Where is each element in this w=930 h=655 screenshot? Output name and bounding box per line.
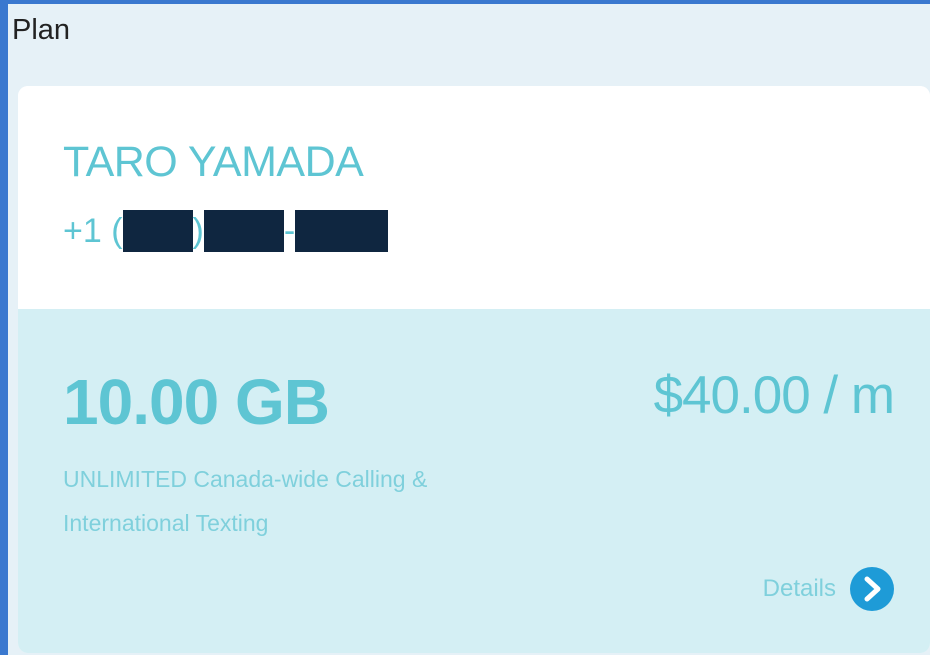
- account-owner-name: TARO YAMADA: [63, 138, 364, 186]
- section-title: Plan: [12, 14, 71, 46]
- phone-close-paren: ): [192, 211, 204, 250]
- data-allowance: 10.00 GB: [63, 366, 330, 438]
- redacted-area-code: [122, 210, 193, 252]
- redacted-exchange: [203, 210, 284, 252]
- plan-features: UNLIMITED Canada-wide Calling & Internat…: [63, 466, 428, 536]
- details-link[interactable]: Details: [763, 567, 894, 611]
- chevron-right-circle-icon[interactable]: [850, 567, 894, 611]
- plan-screen: Plan TARO YAMADA +1 ( ) - 10.00 GB $40.0…: [8, 4, 930, 655]
- account-info: TARO YAMADA +1 ( ) -: [18, 86, 930, 309]
- phone-prefix: +1 (: [63, 211, 123, 250]
- plan-summary: 10.00 GB $40.00 / m UNLIMITED Canada-wid…: [18, 309, 930, 653]
- redacted-line-number: [295, 210, 389, 252]
- plan-card[interactable]: TARO YAMADA +1 ( ) - 10.00 GB $40.00 / m…: [18, 86, 930, 653]
- phone-number: +1 ( ) -: [63, 210, 389, 252]
- details-label[interactable]: Details: [763, 575, 836, 603]
- monthly-price: $40.00 / m: [653, 366, 895, 425]
- phone-dash: -: [283, 211, 296, 250]
